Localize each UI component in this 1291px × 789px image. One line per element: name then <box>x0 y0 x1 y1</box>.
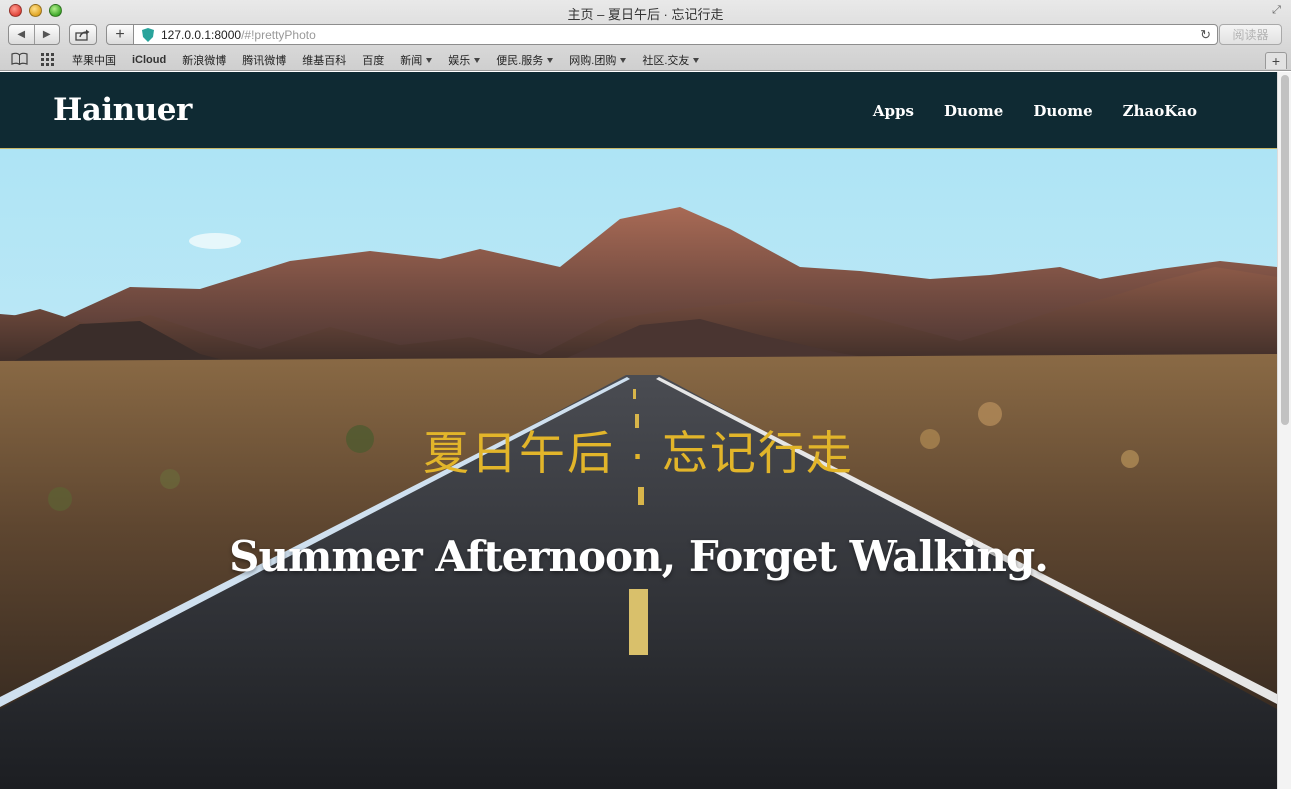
site-navbar: Hainuer Apps Duome Duome ZhaoKao <box>0 72 1277 149</box>
caret-down-icon <box>426 57 433 63</box>
nav-link-zhaokao[interactable]: ZhaoKao <box>1123 102 1197 120</box>
bookmark-item[interactable]: 维基百科 <box>302 52 346 68</box>
back-arrow-icon: ◀ <box>17 29 26 40</box>
url-text: 127.0.0.1:8000/#!prettyPhoto <box>161 28 316 42</box>
reload-icon[interactable]: ↻ <box>1200 27 1211 43</box>
new-tab-button[interactable]: + <box>1265 52 1287 69</box>
share-icon <box>75 29 90 41</box>
fullscreen-icon[interactable]: ⤢ <box>1270 4 1283 17</box>
bookmark-item[interactable]: iCloud <box>132 52 166 68</box>
bookmark-label: 社区.交友 <box>642 55 690 67</box>
site-shield-icon <box>142 27 154 42</box>
caret-down-icon <box>474 57 481 63</box>
bookmark-item[interactable]: 苹果中国 <box>72 52 116 68</box>
forward-arrow-icon: ▶ <box>42 29 51 40</box>
nav-link-duome[interactable]: Duome <box>944 102 1003 120</box>
site-nav: Apps Duome Duome ZhaoKao <box>843 102 1197 120</box>
web-page: Hainuer Apps Duome Duome ZhaoKao 夏日午后 · … <box>0 72 1277 789</box>
url-host: 127.0.0.1:8000 <box>161 27 242 42</box>
nav-link-apps[interactable]: Apps <box>873 102 914 120</box>
bookmark-item[interactable]: 便民.服务 <box>496 52 554 68</box>
address-bar[interactable]: 127.0.0.1:8000/#!prettyPhoto ↻ <box>133 24 1218 45</box>
nav-link-duome-2[interactable]: Duome <box>1033 102 1092 120</box>
bookmark-item[interactable]: 娱乐 <box>448 52 481 68</box>
browser-toolbar: ◀ ▶ + 127.0.0.1:8000/#!prettyPhoto ↻ 阅读器 <box>0 23 1291 47</box>
reader-button[interactable]: 阅读器 <box>1219 24 1282 45</box>
reading-list-icon[interactable] <box>11 52 28 65</box>
bookmark-label: 新闻 <box>400 55 423 67</box>
hero-title-english: Summer Afternoon, Forget Walking. <box>229 532 1049 581</box>
bookmark-label: 网购.团购 <box>569 55 617 67</box>
window-title: 主页 – 夏日午后 · 忘记行走 <box>567 7 724 22</box>
caret-down-icon <box>693 57 700 63</box>
bookmark-label: 苹果中国 <box>72 55 116 67</box>
bookmark-label: 腾讯微博 <box>242 55 287 67</box>
bookmark-label: 维基百科 <box>302 55 347 67</box>
bookmarks-bar: 苹果中国 iCloud 新浪微博 腾讯微博 维基百科 百度 新闻 娱乐 便民.服务 网购.团购 社区… <box>0 49 1291 69</box>
bookmark-item[interactable]: 百度 <box>362 52 384 68</box>
add-bookmark-button[interactable]: + <box>106 24 134 45</box>
hero-section: 夏日午后 · 忘记行走 Summer Afternoon, Forget Wal… <box>0 149 1277 789</box>
bookmark-label: iCloud <box>132 54 167 66</box>
bookmark-label: 新浪微博 <box>182 55 227 67</box>
bookmark-item[interactable]: 网购.团购 <box>569 52 627 68</box>
caret-down-icon <box>547 57 554 63</box>
bookmark-items: 苹果中国 iCloud 新浪微博 腾讯微博 维基百科 百度 新闻 娱乐 便民.服务 网购.团购 社区… <box>72 52 715 68</box>
url-path: /#!prettyPhoto <box>241 27 316 42</box>
top-sites-grid-icon[interactable] <box>41 53 55 66</box>
share-button[interactable] <box>69 24 97 45</box>
bookmark-item[interactable]: 新浪微博 <box>182 52 226 68</box>
caret-down-icon <box>620 57 627 63</box>
page-scrollbar[interactable] <box>1277 72 1291 789</box>
bookmark-label: 便民.服务 <box>496 55 544 67</box>
title-bar: 主页 – 夏日午后 · 忘记行走 ⤢ <box>0 0 1291 22</box>
bookmark-item[interactable]: 腾讯微博 <box>242 52 286 68</box>
hero-title-chinese: 夏日午后 · 忘记行走 <box>423 427 854 479</box>
site-brand[interactable]: Hainuer <box>53 92 192 128</box>
history-nav: ◀ ▶ <box>8 24 60 45</box>
scrollbar-thumb[interactable] <box>1281 75 1289 425</box>
browser-chrome: 主页 – 夏日午后 · 忘记行走 ⤢ ◀ ▶ + 127.0.0.1:8000/… <box>0 0 1291 71</box>
back-button[interactable]: ◀ <box>9 25 34 44</box>
bookmark-item[interactable]: 新闻 <box>400 52 433 68</box>
bookmark-label: 娱乐 <box>448 55 471 67</box>
bookmark-label: 百度 <box>362 55 385 67</box>
forward-button[interactable]: ▶ <box>33 25 60 44</box>
bookmark-item[interactable]: 社区.交友 <box>642 52 700 68</box>
